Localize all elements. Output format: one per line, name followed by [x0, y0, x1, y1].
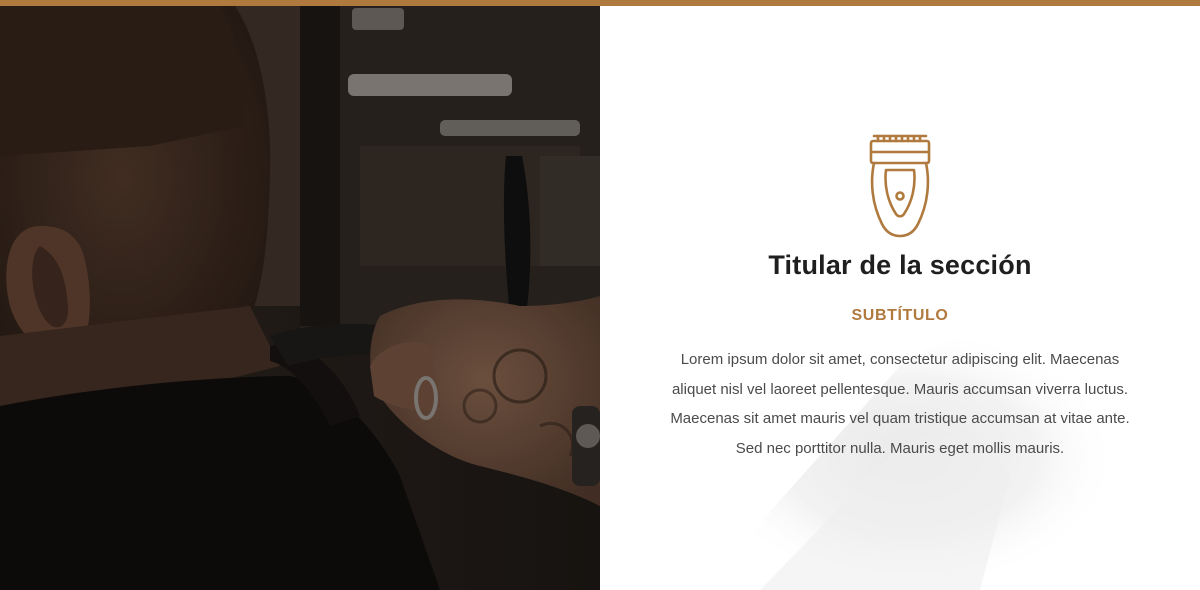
- decorative-background-shape: [700, 326, 1120, 590]
- section-title: Titular de la sección: [768, 250, 1032, 280]
- hair-clipper-icon: [866, 132, 934, 238]
- section-body-text: Lorem ipsum dolor sit amet, consectetur …: [670, 351, 1130, 457]
- accent-top-bar: [0, 0, 1200, 6]
- barber-photo: [0, 6, 600, 590]
- page: Titular de la sección SUBTÍTULO Lorem ip…: [0, 0, 1200, 590]
- section-subtitle: SUBTÍTULO: [851, 307, 949, 324]
- section-content: Titular de la sección SUBTÍTULO Lorem ip…: [600, 6, 1200, 590]
